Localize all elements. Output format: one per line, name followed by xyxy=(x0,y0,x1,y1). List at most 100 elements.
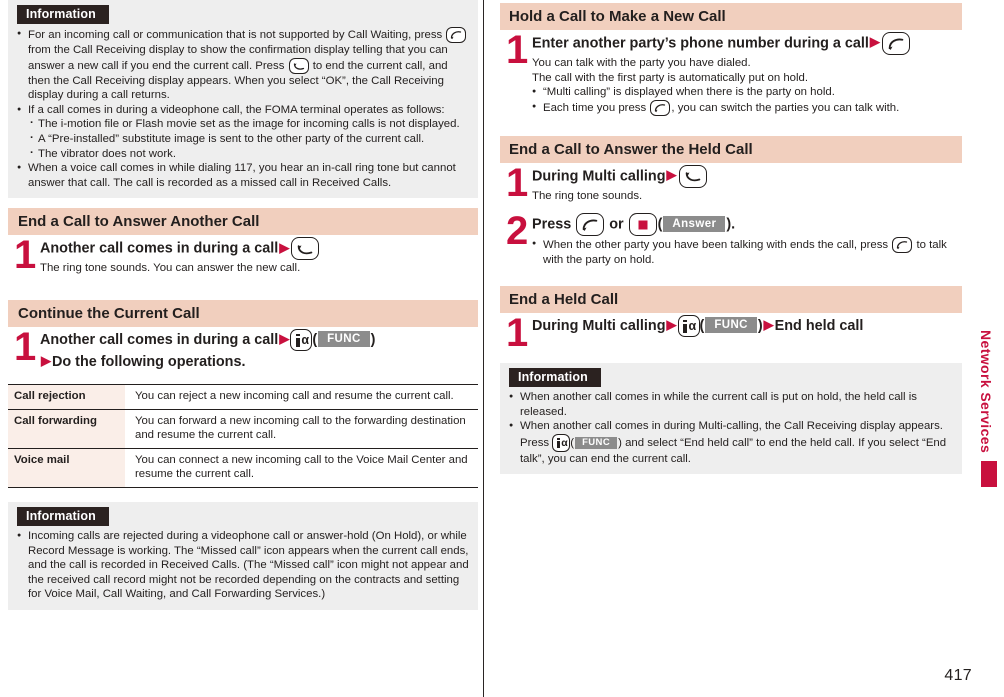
call-key-icon xyxy=(576,213,605,237)
step-number: 1 xyxy=(14,233,36,278)
section-continue-current-call: Continue the Current Call 1 Another call… xyxy=(8,299,478,488)
bullet-text: Each time you press xyxy=(543,101,647,114)
information-tag: Information xyxy=(509,367,601,387)
list-item: For an incoming call or communication th… xyxy=(17,26,470,103)
side-tab-network-services: Network Services xyxy=(978,330,1000,488)
arrow-icon: ▶ xyxy=(666,167,677,183)
step-title: Enter another party’s phone number durin… xyxy=(532,32,962,55)
step-number: 1 xyxy=(14,324,36,369)
step-title: During Multi calling▶ xyxy=(532,164,962,188)
step-title-text: During Multi calling xyxy=(532,317,666,334)
information-bullet-list: Incoming calls are rejected during a vid… xyxy=(8,528,478,602)
call-key-icon xyxy=(650,99,671,116)
step-bullet-list: “Multi calling” is displayed when there … xyxy=(532,84,962,116)
operations-table: Call rejection You can reject a new inco… xyxy=(8,384,478,488)
step-number: 1 xyxy=(506,28,528,72)
list-item: When a voice call comes in while dialing… xyxy=(17,160,470,190)
arrow-icon: ▶ xyxy=(869,34,880,50)
section-end-call-answer-held: End a Call to Answer the Held Call 1 Dur… xyxy=(500,135,962,268)
left-column: Information For an incoming call or comm… xyxy=(8,0,478,616)
step-number: 2 xyxy=(506,209,528,254)
step: 2 Press or (Answer). When the other part… xyxy=(500,209,962,268)
manual-page: Information For an incoming call or comm… xyxy=(0,0,1004,697)
end-call-key-icon xyxy=(291,237,320,261)
list-item: Each time you press , you can switch the… xyxy=(532,99,962,116)
list-item: Incoming calls are rejected during a vid… xyxy=(17,528,470,602)
table-cell-value: You can forward a new incoming call to t… xyxy=(135,414,466,442)
answer-softkey-label: Answer xyxy=(663,215,726,232)
side-tab-label: Network Services xyxy=(978,330,994,454)
arrow-icon: ▶ xyxy=(41,352,51,368)
i-alpha-key-icon: α xyxy=(290,328,313,351)
step-title: Another call comes in during a call▶ xyxy=(40,237,478,261)
list-item: The vibrator does not work. xyxy=(28,146,470,162)
table-cell-key: Call rejection xyxy=(8,384,125,410)
table-cell-key: Voice mail xyxy=(8,448,125,488)
step-title-text: End held call xyxy=(774,317,864,334)
center-select-key-icon xyxy=(628,213,657,237)
information-box-bottom: Information Incoming calls are rejected … xyxy=(8,501,478,610)
call-key-icon xyxy=(446,27,467,43)
step-title-text: Do the following operations. xyxy=(52,353,246,370)
step-number: 1 xyxy=(506,160,528,205)
information-tag: Information xyxy=(17,506,109,526)
section-hold-call-make-new: Hold a Call to Make a New Call 1 Enter a… xyxy=(500,3,962,116)
call-key-icon xyxy=(892,237,913,254)
information-box-right: Information When another call comes in w… xyxy=(500,362,962,475)
arrow-icon: ▶ xyxy=(666,316,677,332)
section-heading: Hold a Call to Make a New Call xyxy=(500,3,962,30)
step: 1 Another call comes in during a call▶ T… xyxy=(8,233,478,278)
end-call-key-icon xyxy=(678,164,707,188)
end-call-key-icon xyxy=(288,57,309,74)
step-body: When the other party you have been talki… xyxy=(532,236,962,268)
body-line: The call with the first party is automat… xyxy=(532,71,809,84)
bullet-text: If a call comes in during a videophone c… xyxy=(28,103,445,116)
section-heading: End a Call to Answer the Held Call xyxy=(500,135,962,163)
arrow-icon: ▶ xyxy=(279,330,290,346)
func-softkey-label: FUNC xyxy=(318,330,370,347)
func-softkey-label: FUNC xyxy=(575,436,618,449)
table-cell-key: Call forwarding xyxy=(8,409,125,449)
arrow-icon: ▶ xyxy=(279,239,290,255)
step: 1 Enter another party’s phone number dur… xyxy=(500,28,962,116)
step: 1 Another call comes in during a call▶ α… xyxy=(8,324,478,372)
section-end-call-answer-another: End a Call to Answer Another Call 1 Anot… xyxy=(8,208,478,276)
information-box-top: Information For an incoming call or comm… xyxy=(8,0,478,199)
list-item: A “Pre-installed” substitute image is se… xyxy=(28,131,470,147)
func-softkey-label: FUNC xyxy=(705,316,757,333)
step: 1 During Multi calling▶ The ring tone so… xyxy=(500,160,962,205)
i-alpha-key-icon: α xyxy=(677,314,700,337)
information-bullet-list: For an incoming call or communication th… xyxy=(8,26,478,190)
table-row: Voice mail You can connect a new incomin… xyxy=(8,448,478,488)
step-title-text: or xyxy=(609,216,624,233)
section-end-held-call: End a Held Call 1 During Multi calling▶ … xyxy=(500,285,962,353)
section-heading: End a Held Call xyxy=(500,285,962,313)
step-title: Another call comes in during a call▶ α (… xyxy=(40,328,478,351)
table-cell-value: You can connect a new incoming call to t… xyxy=(135,453,468,481)
step-title-second-line: ▶Do the following operations. xyxy=(40,352,478,372)
step-title-text: Another call comes in during a call xyxy=(40,331,279,348)
call-key-icon xyxy=(881,32,910,55)
sub-bullet-list: The i-motion file or Flash movie set as … xyxy=(28,116,470,162)
right-column: Hold a Call to Make a New Call 1 Enter a… xyxy=(500,0,962,480)
bullet-text: , you can switch the parties you can tal… xyxy=(671,101,900,114)
side-tab-block xyxy=(981,461,997,488)
table-row: Call forwarding You can forward a new in… xyxy=(8,409,478,449)
table-cell-value: You can reject a new incoming call and r… xyxy=(135,389,454,402)
table-row: Call rejection You can reject a new inco… xyxy=(8,384,478,410)
arrow-icon: ▶ xyxy=(763,316,774,332)
body-line: You can talk with the party you have dia… xyxy=(532,57,751,69)
step-title: Press or (Answer). xyxy=(532,213,962,237)
step-body: You can talk with the party you have dia… xyxy=(532,56,962,116)
column-divider xyxy=(483,0,484,697)
step-bullet-list: When the other party you have been talki… xyxy=(532,236,962,268)
page-number: 417 xyxy=(944,667,972,684)
information-tag: Information xyxy=(17,5,109,24)
list-item: When another call comes in during Multi-… xyxy=(509,418,954,466)
step-title-text: Another call comes in during a call xyxy=(40,240,279,257)
section-heading: End a Call to Answer Another Call xyxy=(8,208,478,236)
list-item: When another call comes in while the cur… xyxy=(509,389,954,419)
information-bullet-list: When another call comes in while the cur… xyxy=(500,389,962,466)
step: 1 During Multi calling▶ α (FUNC)▶End hel… xyxy=(500,313,962,353)
section-heading: Continue the Current Call xyxy=(8,299,478,327)
